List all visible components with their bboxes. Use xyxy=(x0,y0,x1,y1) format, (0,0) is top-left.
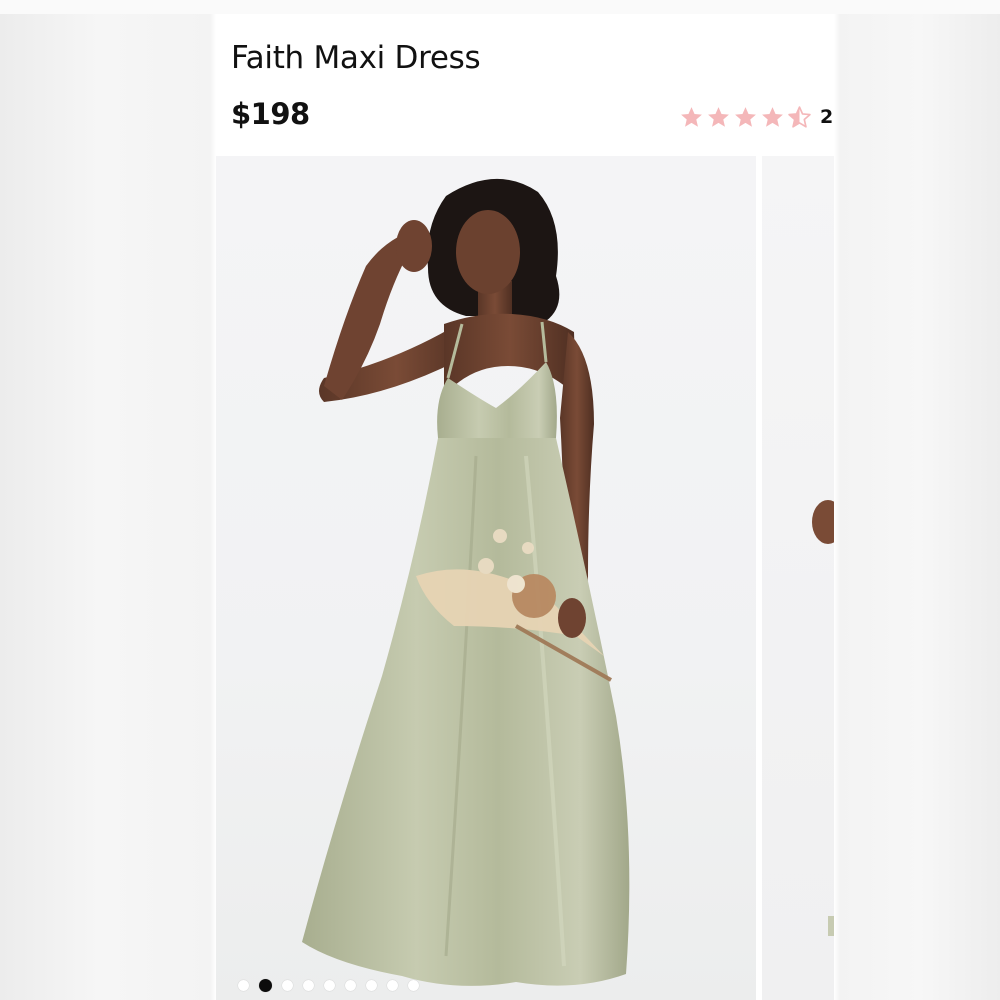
half-star-icon xyxy=(788,105,811,128)
product-card: Faith Maxi Dress $198 2 xyxy=(216,14,834,1000)
product-photo[interactable] xyxy=(216,156,756,1000)
carousel-dot[interactable] xyxy=(345,980,356,991)
star-icon xyxy=(762,106,783,127)
rating[interactable]: 2 xyxy=(679,103,834,131)
product-header: Faith Maxi Dress $198 2 xyxy=(216,14,834,156)
product-price: $198 xyxy=(231,97,310,131)
image-carousel[interactable] xyxy=(216,156,834,1000)
star-icon xyxy=(735,106,756,127)
carousel-dot[interactable] xyxy=(282,980,293,991)
carousel-dot[interactable] xyxy=(387,980,398,991)
star-icon xyxy=(708,106,729,127)
carousel-dot[interactable] xyxy=(303,980,314,991)
carousel-dot[interactable] xyxy=(408,980,419,991)
carousel-pagination[interactable] xyxy=(238,979,419,992)
star-icon xyxy=(681,106,702,127)
next-photo-illustration xyxy=(812,500,834,936)
backdrop-top-band xyxy=(0,0,1000,14)
model-photo-illustration xyxy=(302,178,630,986)
carousel-dot-active[interactable] xyxy=(259,979,272,992)
carousel-dot[interactable] xyxy=(366,980,377,991)
carousel-dot[interactable] xyxy=(238,980,249,991)
review-count[interactable]: 2 xyxy=(820,106,834,128)
product-title: Faith Maxi Dress xyxy=(231,40,481,76)
carousel-dot[interactable] xyxy=(324,980,335,991)
next-photo-peek[interactable] xyxy=(762,156,834,1000)
